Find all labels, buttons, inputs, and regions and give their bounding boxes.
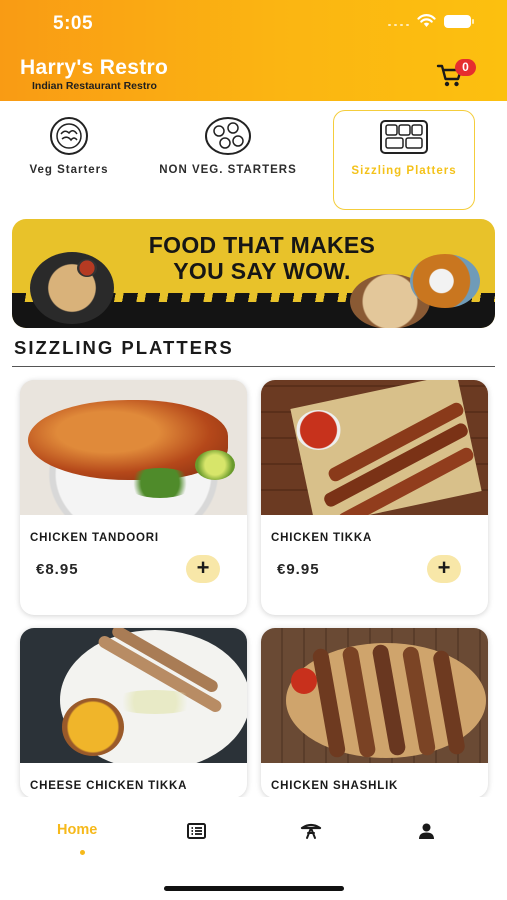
nav-home[interactable]: Home [57,821,97,839]
home-indicator [164,886,344,891]
status-icons [388,14,474,28]
nonveg-plate-icon [205,117,251,155]
bottom-navigation: Home [0,797,507,900]
banner-plate-left [30,252,114,324]
veg-plate-icon [50,117,88,155]
product-image [20,628,247,763]
product-price: €8.95 [36,561,79,578]
banner-dip-bowl [77,259,97,277]
menu-icon[interactable] [187,823,206,839]
add-to-cart-button[interactable]: + [186,555,220,583]
product-image [261,380,488,515]
wifi-icon [417,14,436,27]
promo-banner[interactable]: FOOD THAT MAKES YOU SAY WOW. [12,219,495,328]
product-name: CHICKEN TANDOORI [30,532,159,544]
product-card[interactable]: CHICKEN TIKKA €9.95 + [261,380,488,615]
product-image [20,380,247,515]
sizzling-platter-icon [380,120,428,154]
app-header: 5:05 Harry's Restro Indian Restaurant Re… [0,0,507,101]
category-label: NON VEG. STARTERS [159,164,297,176]
product-card[interactable]: CHEESE CHICKEN TIKKA [20,628,247,798]
product-image [261,628,488,763]
add-to-cart-button[interactable]: + [427,555,461,583]
signal-icon [388,16,409,26]
product-name: CHICKEN SHASHLIK [271,780,399,792]
profile-icon[interactable] [418,823,435,839]
product-price: €9.95 [277,561,320,578]
banner-headline: FOOD THAT MAKES YOU SAY WOW. [148,232,376,284]
app-subtitle: Indian Restaurant Restro [32,80,157,92]
section-title: SIZZLING PLATTERS [14,337,234,358]
banner-curry-bowl [410,254,480,308]
product-card[interactable]: CHICKEN SHASHLIK [261,628,488,798]
battery-icon [444,14,474,28]
category-label: Veg Starters [29,164,109,176]
cart-count-badge: 0 [455,59,476,76]
product-name: CHEESE CHICKEN TIKKA [30,780,188,792]
nav-home-label: Home [57,822,98,838]
category-sizzling-platters[interactable]: Sizzling Platters [333,110,475,210]
product-name: CHICKEN TIKKA [271,532,373,544]
nav-active-indicator [80,850,85,855]
section-divider [12,366,495,367]
category-non-veg-starters[interactable]: NON VEG. STARTERS [143,110,313,210]
status-time: 5:05 [53,13,94,34]
product-card[interactable]: CHICKEN TANDOORI €8.95 + [20,380,247,615]
category-label: Sizzling Platters [351,165,457,177]
dish-icon[interactable] [300,822,322,840]
category-veg-starters[interactable]: Veg Starters [5,110,133,210]
app-title: Harry's Restro [20,56,169,79]
